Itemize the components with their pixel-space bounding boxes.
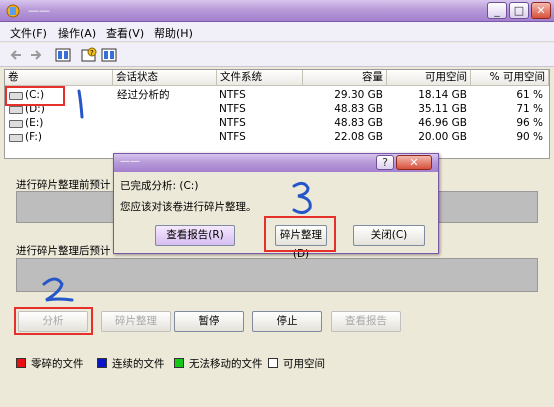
menu-view[interactable]: 查看(V) <box>106 25 144 41</box>
help-icon[interactable]: ? <box>81 47 97 63</box>
properties-icon[interactable] <box>101 47 117 63</box>
column-header-status[interactable]: 会话状态 <box>113 70 217 86</box>
after-label: 进行碎片整理后预计 <box>16 245 111 257</box>
legend-swatch-free <box>268 358 278 368</box>
legend-swatch-fragmented <box>16 358 26 368</box>
cell-capacity: 48.83 GB <box>334 103 383 115</box>
column-header-percent[interactable]: % 可用空间 <box>471 70 549 86</box>
defrag-window: —— _ □ ✕ 文件(F) 操作(A) 查看(V) 帮助(H) ? 卷 会话状… <box>0 0 554 407</box>
annotation-1: 1 <box>70 88 84 119</box>
cell-free: 20.00 GB <box>418 131 467 143</box>
cell-capacity: 22.08 GB <box>334 131 383 143</box>
column-header-volume[interactable]: 卷 <box>5 70 113 86</box>
highlight-dialog-defrag <box>264 216 336 252</box>
cell-volume: (E:) <box>25 117 44 129</box>
cell-status: 经过分析的 <box>117 89 170 101</box>
dialog-close-button[interactable]: ✕ <box>396 155 432 170</box>
dialog-message-line1: 已完成分析: (C:) <box>120 180 199 192</box>
cell-filesystem: NTFS <box>219 89 246 101</box>
pause-button[interactable]: 暂停 <box>174 311 244 332</box>
menu-help[interactable]: 帮助(H) <box>154 25 193 41</box>
dialog-help-button[interactable]: ? <box>376 155 394 170</box>
maximize-icon: □ <box>513 4 525 17</box>
drive-icon <box>9 106 23 114</box>
analysis-complete-dialog: —— ? ✕ 已完成分析: (C:) 您应该对该卷进行碎片整理。 查看报告(R)… <box>113 153 439 260</box>
title-bar[interactable]: —— _ □ ✕ <box>0 0 554 22</box>
dialog-view-report-button[interactable]: 查看报告(R) <box>155 225 235 246</box>
back-arrow-icon[interactable] <box>8 47 24 63</box>
menu-file[interactable]: 文件(F) <box>10 25 47 41</box>
menu-action[interactable]: 操作(A) <box>58 25 96 41</box>
legend-contiguous: 连续的文件 <box>112 358 165 370</box>
minimize-button[interactable]: _ <box>487 2 507 19</box>
cell-volume: (F:) <box>25 131 42 143</box>
defrag-button[interactable]: 碎片整理 <box>101 311 171 332</box>
table-row[interactable]: (F:) NTFS 22.08 GB 20.00 GB 90 % <box>5 131 549 145</box>
cell-filesystem: NTFS <box>219 131 246 143</box>
column-header-filesystem[interactable]: 文件系统 <box>217 70 303 86</box>
cell-free: 18.14 GB <box>418 89 467 101</box>
help-question-icon: ? <box>382 156 388 169</box>
window-title: —— <box>28 4 50 17</box>
legend-swatch-unmovable <box>174 358 184 368</box>
toolbar: ? <box>0 43 554 67</box>
cell-capacity: 29.30 GB <box>334 89 383 101</box>
svg-text:1: 1 <box>70 88 71 89</box>
cell-percent: 71 % <box>516 103 543 115</box>
cell-capacity: 48.83 GB <box>334 117 383 129</box>
legend-swatch-contiguous <box>97 358 107 368</box>
legend-free: 可用空间 <box>283 358 325 370</box>
cell-filesystem: NTFS <box>219 103 246 115</box>
legend-unmovable: 无法移动的文件 <box>189 358 263 370</box>
column-header-free[interactable]: 可用空间 <box>387 70 471 86</box>
after-display-bar <box>16 258 538 292</box>
cell-free: 35.11 GB <box>418 103 467 115</box>
forward-arrow-icon[interactable] <box>28 47 44 63</box>
dialog-message-line2: 您应该对该卷进行碎片整理。 <box>120 201 257 213</box>
menu-bar: 文件(F) 操作(A) 查看(V) 帮助(H) <box>0 22 554 42</box>
dialog-close-text-button[interactable]: 关闭(C) <box>353 225 425 246</box>
dialog-title-bar[interactable]: —— ? ✕ <box>114 154 438 172</box>
stop-button[interactable]: 停止 <box>252 311 322 332</box>
app-icon <box>6 4 20 18</box>
dialog-title: —— <box>120 156 140 167</box>
cell-percent: 96 % <box>516 117 543 129</box>
drive-icon <box>9 120 23 128</box>
view-icon[interactable] <box>55 47 71 63</box>
before-label: 进行碎片整理前预计 <box>16 179 111 191</box>
legend-fragmented: 零碎的文件 <box>31 358 84 370</box>
cell-percent: 61 % <box>516 89 543 101</box>
column-header-capacity[interactable]: 容量 <box>303 70 387 86</box>
cell-free: 46.96 GB <box>418 117 467 129</box>
maximize-button[interactable]: □ <box>509 2 529 19</box>
svg-text:?: ? <box>90 49 94 57</box>
close-icon: ✕ <box>409 156 419 169</box>
highlight-c-drive <box>5 86 65 106</box>
drive-icon <box>9 134 23 142</box>
annotation-2 <box>42 277 74 302</box>
close-button[interactable]: ✕ <box>531 2 551 19</box>
view-report-button[interactable]: 查看报告 <box>331 311 401 332</box>
cell-percent: 90 % <box>516 131 543 143</box>
minimize-icon: _ <box>494 4 500 17</box>
highlight-analyze-button <box>14 307 93 335</box>
cell-filesystem: NTFS <box>219 117 246 129</box>
close-icon: ✕ <box>536 4 546 17</box>
annotation-3 <box>292 181 312 215</box>
